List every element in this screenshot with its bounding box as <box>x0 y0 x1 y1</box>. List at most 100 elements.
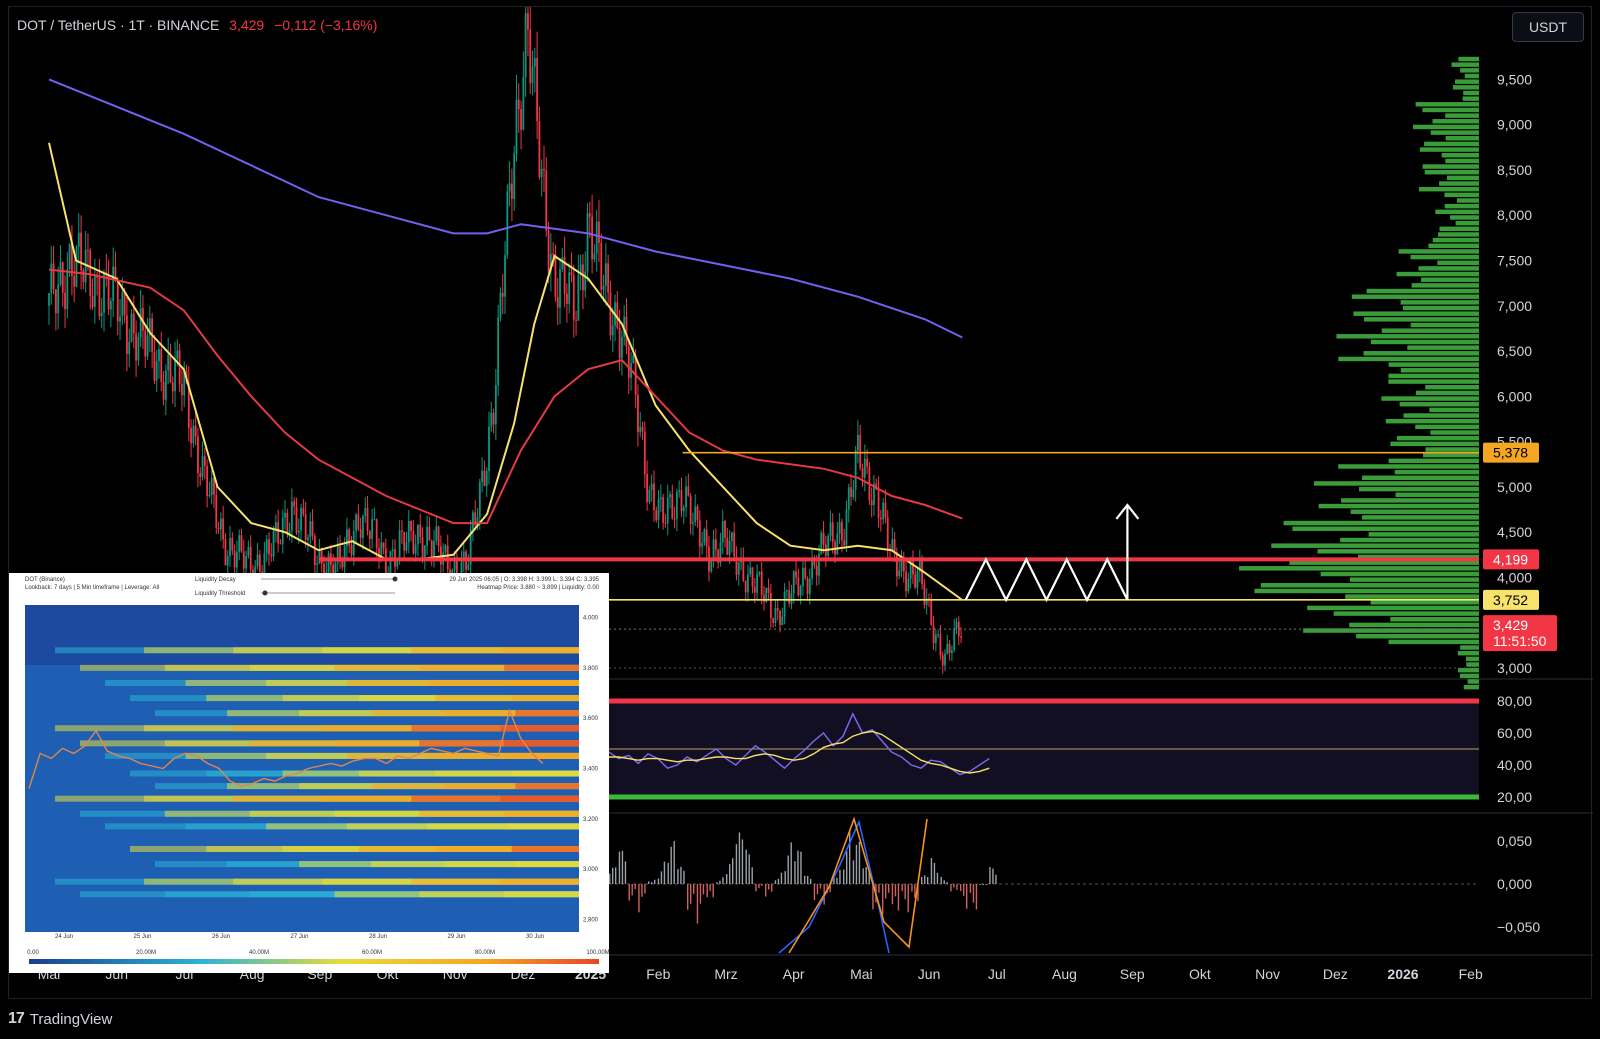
candle-body <box>210 477 213 495</box>
candle-body <box>485 470 488 486</box>
volume-profile-bar <box>1381 396 1479 401</box>
volume-profile-bar <box>1422 164 1479 169</box>
oscillator-bar <box>807 875 809 884</box>
candle-body <box>504 255 506 297</box>
candle-body <box>524 13 527 77</box>
candle-body <box>859 435 862 469</box>
oscillator-bar <box>765 884 767 897</box>
candle-body <box>412 530 415 554</box>
volume-profile-bar <box>1260 583 1479 588</box>
candle-body <box>664 522 667 524</box>
candle-body <box>861 468 864 478</box>
candle-body <box>144 330 147 357</box>
oscillator-bar <box>683 870 685 884</box>
candle-body <box>453 561 456 571</box>
candle-body <box>882 502 885 520</box>
candle-body <box>511 183 513 199</box>
candle-body <box>132 313 135 334</box>
candle-body <box>847 487 850 510</box>
oscillator-bar <box>612 867 614 884</box>
candle-body <box>430 540 433 557</box>
oscillator-bar <box>751 867 753 884</box>
oscillator-bar <box>741 839 744 884</box>
candle-body <box>575 319 577 321</box>
heatmap-band <box>504 891 579 898</box>
candle-body <box>609 292 612 336</box>
volume-profile-bar <box>1463 684 1479 690</box>
candle-body <box>247 546 250 556</box>
oscillator-bar <box>995 874 997 884</box>
heatmap-band <box>504 664 579 671</box>
volume-profile-bar <box>1370 339 1479 345</box>
price-level-label-text: 5,378 <box>1493 445 1528 461</box>
candle-body <box>898 570 901 577</box>
symbol-header[interactable]: DOT / TetherUS · 1T · BINANCE 3,429 −0,1… <box>17 17 377 33</box>
candle-body <box>238 535 241 553</box>
candle-body <box>245 555 247 569</box>
oscillator-bar <box>927 876 929 884</box>
oscillator-bar <box>624 861 627 884</box>
candle-body <box>128 341 131 355</box>
candle-body <box>685 486 687 508</box>
heatmap-band <box>504 740 579 747</box>
volume-profile-bar <box>1444 192 1479 198</box>
candle-body <box>162 381 165 400</box>
candle-body <box>501 292 504 297</box>
volume-profile-bar <box>1368 532 1479 537</box>
candle-body <box>119 316 121 322</box>
oscillator-bar <box>930 858 933 884</box>
candle-body <box>222 518 225 540</box>
candle-body <box>547 230 550 272</box>
candle-body <box>701 543 704 547</box>
oscillator-bar <box>644 884 646 894</box>
price-axis-tick: 9,500 <box>1497 71 1532 87</box>
oscillator-bar <box>680 866 682 884</box>
oscillator-bar <box>972 884 975 903</box>
candle-body <box>799 586 802 596</box>
heatmap-scale-tick: 40.00M <box>249 950 269 956</box>
volume-profile-bar <box>1460 645 1479 650</box>
candle-body <box>123 291 126 316</box>
candle-body <box>655 510 658 521</box>
symbol-title[interactable]: DOT / TetherUS · 1T · BINANCE <box>17 17 219 33</box>
candle-body <box>637 394 639 433</box>
volume-profile-bar <box>1437 260 1479 265</box>
tradingview-brand[interactable]: 17 TradingView <box>8 1010 112 1028</box>
chart-canvas[interactable]: 9,500 9,000 8,500 8,000 7,500 7,000 6,500 6,000… <box>9 7 1593 1000</box>
oscillator-bar <box>950 884 952 892</box>
candle-body <box>384 548 387 577</box>
volume-profile-bar <box>1445 113 1479 118</box>
candle-body <box>208 494 211 496</box>
candle-body <box>268 539 270 555</box>
candle-body <box>879 517 882 520</box>
candle-body <box>203 456 206 467</box>
candle-body <box>930 598 933 626</box>
moving-average-line <box>48 268 963 525</box>
oscillator-bar <box>810 878 812 884</box>
oscillator-bar <box>634 884 636 890</box>
candle-body <box>302 507 305 515</box>
oscillator-bar <box>787 855 789 884</box>
heatmap-band <box>507 823 579 830</box>
volume-profile-bar <box>1413 124 1479 130</box>
oscillator-bar <box>963 884 965 896</box>
volume-profile-bar <box>1351 294 1479 299</box>
oscillator-axis-tick: −0,050 <box>1497 919 1540 935</box>
heatmap-y-tick: 3.200 <box>583 817 599 823</box>
candle-body <box>779 610 781 626</box>
candle-body <box>953 628 956 651</box>
rsi-axis-tick: 80,00 <box>1497 693 1532 709</box>
candle-body <box>199 473 202 477</box>
candle-body <box>543 168 545 171</box>
candle-body <box>529 29 532 84</box>
heatmap-band <box>500 725 579 732</box>
volume-profile-bar <box>1421 277 1479 282</box>
candle-body <box>508 183 511 192</box>
candle-body <box>747 574 749 593</box>
currency-button[interactable]: USDT <box>1512 12 1584 42</box>
candle-body <box>639 426 642 433</box>
candle-body <box>499 292 502 318</box>
candle-body <box>678 490 681 492</box>
oscillator-bar <box>641 884 643 897</box>
volume-profile-bar <box>1317 549 1479 554</box>
